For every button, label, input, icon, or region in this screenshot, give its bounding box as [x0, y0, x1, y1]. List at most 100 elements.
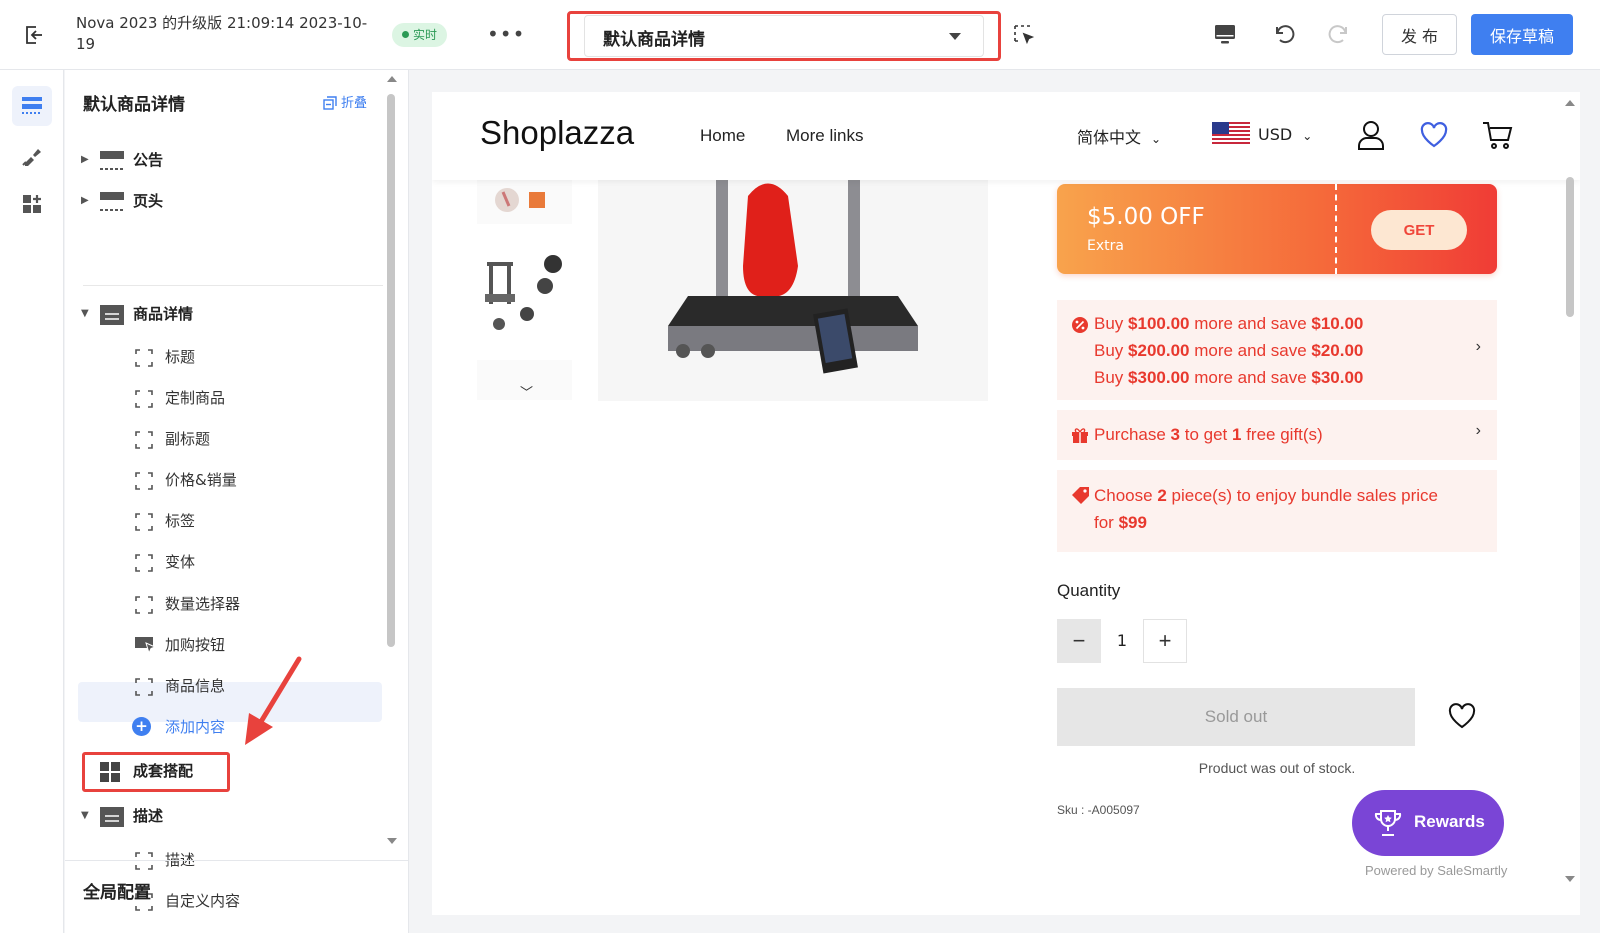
gift-icon — [1072, 428, 1088, 443]
tree-item-tags[interactable]: 标签 — [65, 501, 395, 541]
currency-select[interactable]: USD ⌄ — [1212, 122, 1312, 146]
apps-icon — [23, 195, 41, 213]
tier-text: Buy — [1094, 368, 1129, 387]
nav-link-home[interactable]: Home — [700, 126, 745, 146]
add-content-button[interactable]: + 添加内容 — [65, 707, 395, 747]
plus-circle-icon: + — [132, 717, 151, 736]
tree-section-announcement[interactable]: ▶ 公告 — [65, 140, 395, 180]
product-section-icon — [100, 305, 124, 325]
header-section-icon — [100, 192, 124, 211]
bundle-qty: 2 — [1157, 486, 1167, 505]
scroll-up-icon[interactable] — [1565, 100, 1575, 106]
tier-line: Buy $200.00 more and save $20.00 — [1094, 337, 1363, 364]
tree-item-subtitle[interactable]: 副标题 — [65, 419, 395, 459]
get-coupon-button[interactable]: GET — [1371, 210, 1467, 250]
product-section-icon — [100, 807, 124, 827]
store-header: Shoplazza Home More links 简体中文 ⌄ USD ⌄ — [432, 92, 1580, 180]
tree-item-product-info[interactable]: 商品信息 — [65, 666, 395, 706]
bundle-text: for — [1094, 513, 1119, 532]
cart-icon[interactable] — [1482, 120, 1514, 150]
tree-item-variants[interactable]: 变体 — [65, 542, 395, 582]
tree-section-product-detail[interactable]: ▼ 商品详情 — [65, 294, 395, 334]
quantity-value[interactable]: 1 — [1101, 619, 1143, 663]
block-icon — [135, 431, 153, 449]
tier-saving: $10.00 — [1311, 314, 1364, 333]
header-section-icon — [100, 151, 124, 170]
tree-item-label: 自定义内容 — [165, 892, 241, 910]
product-thumbnail[interactable] — [477, 244, 572, 340]
caret-down-icon[interactable]: ▼ — [81, 796, 89, 836]
scroll-up-icon[interactable] — [387, 76, 397, 82]
page-template-select[interactable]: 默认商品详情 — [584, 15, 984, 57]
live-badge-label: 实时 — [413, 28, 438, 42]
annotation-highlight-box — [82, 752, 230, 792]
tier-amount: $200.00 — [1128, 341, 1190, 360]
currency-label: USD — [1258, 125, 1293, 144]
desktop-preview-icon[interactable] — [1213, 22, 1237, 46]
more-options-icon[interactable]: ••• — [487, 22, 525, 46]
collapse-label: 折叠 — [341, 96, 368, 111]
heart-icon[interactable] — [1420, 122, 1448, 148]
bundle-price: $99 — [1118, 513, 1147, 532]
tree-section-label: 页头 — [133, 192, 164, 210]
rail-theme-button[interactable] — [12, 136, 52, 176]
bundle-price-promo[interactable]: Choose 2 piece(s) to enjoy bundle sales … — [1057, 470, 1497, 552]
collapse-button[interactable]: 折叠 — [323, 92, 367, 111]
canvas-scroll-thumb[interactable] — [1566, 177, 1574, 317]
tree-section-header[interactable]: ▶ 页头 — [65, 181, 395, 221]
tiered-discount-promo[interactable]: Buy $100.00 more and save $10.00 Buy $20… — [1057, 300, 1497, 400]
tree-section-label: 商品详情 — [133, 305, 194, 323]
exit-icon[interactable] — [22, 23, 46, 47]
tree-item-add-to-cart[interactable]: 加购按钮 — [65, 625, 395, 665]
add-content-label: 添加内容 — [165, 718, 226, 736]
block-icon — [135, 390, 153, 408]
quantity-increase-button[interactable]: + — [1143, 619, 1187, 663]
chevron-down-icon[interactable]: ﹀ — [520, 382, 533, 401]
tree-section-description[interactable]: ▼ 描述 — [65, 796, 395, 836]
redo-icon[interactable] — [1327, 21, 1353, 47]
caret-right-icon[interactable]: ▶ — [81, 140, 89, 180]
save-draft-button[interactable]: 保存草稿 — [1471, 14, 1573, 55]
sold-out-button[interactable]: Sold out — [1057, 688, 1415, 746]
block-icon — [135, 596, 153, 614]
undo-icon[interactable] — [1270, 21, 1296, 47]
sidebar-scrollbar[interactable] — [385, 76, 397, 856]
tree-item-quantity-selector[interactable]: 数量选择器 — [65, 584, 395, 624]
free-gift-promo[interactable]: Purchase 3 to get 1 free gift(s) › — [1057, 410, 1497, 460]
nav-link-more[interactable]: More links — [786, 126, 863, 146]
user-icon[interactable] — [1357, 120, 1385, 150]
rail-sections-button[interactable] — [12, 86, 52, 126]
wishlist-heart-icon[interactable] — [1448, 703, 1476, 729]
caret-right-icon[interactable]: ▶ — [81, 181, 89, 221]
scroll-thumb[interactable] — [387, 94, 395, 647]
language-label: 简体中文 — [1077, 128, 1142, 147]
language-select[interactable]: 简体中文 ⌄ — [1077, 124, 1161, 148]
block-icon — [135, 513, 153, 531]
tier-text: Buy — [1094, 314, 1129, 333]
coupon-perforation — [1335, 184, 1337, 274]
quantity-decrease-button[interactable]: − — [1057, 619, 1101, 663]
block-icon — [135, 349, 153, 367]
tree-item-custom-product[interactable]: 定制商品 — [65, 378, 395, 418]
tree-item-label: 价格&销量 — [165, 471, 237, 489]
annotation-arrow-icon — [245, 656, 302, 745]
tree-item-title[interactable]: 标题 — [65, 337, 395, 377]
product-thumbnail[interactable] — [477, 176, 572, 224]
tree-item-label: 商品信息 — [165, 677, 226, 695]
scroll-down-icon[interactable] — [1565, 876, 1575, 882]
select-element-icon[interactable] — [1013, 24, 1035, 46]
main-product-image[interactable] — [598, 176, 988, 401]
global-config-title[interactable]: 全局配置 — [83, 878, 151, 903]
top-bar: Nova 2023 的升级版 21:09:14 2023-10-19 实时 ••… — [0, 0, 1600, 70]
scroll-down-icon[interactable] — [387, 838, 397, 844]
gift-line: Purchase 3 to get 1 free gift(s) — [1094, 421, 1323, 448]
chevron-right-icon: › — [1475, 422, 1481, 439]
coupon-extra: Extra — [1087, 238, 1124, 254]
rewards-button[interactable]: Rewards — [1352, 790, 1504, 856]
tree-item-price-sales[interactable]: 价格&销量 — [65, 460, 395, 500]
tree-divider — [83, 285, 383, 286]
caret-down-icon[interactable]: ▼ — [81, 294, 89, 334]
rail-apps-button[interactable] — [12, 184, 52, 224]
publish-button[interactable]: 发 布 — [1382, 14, 1457, 55]
store-logo[interactable]: Shoplazza — [480, 114, 634, 152]
